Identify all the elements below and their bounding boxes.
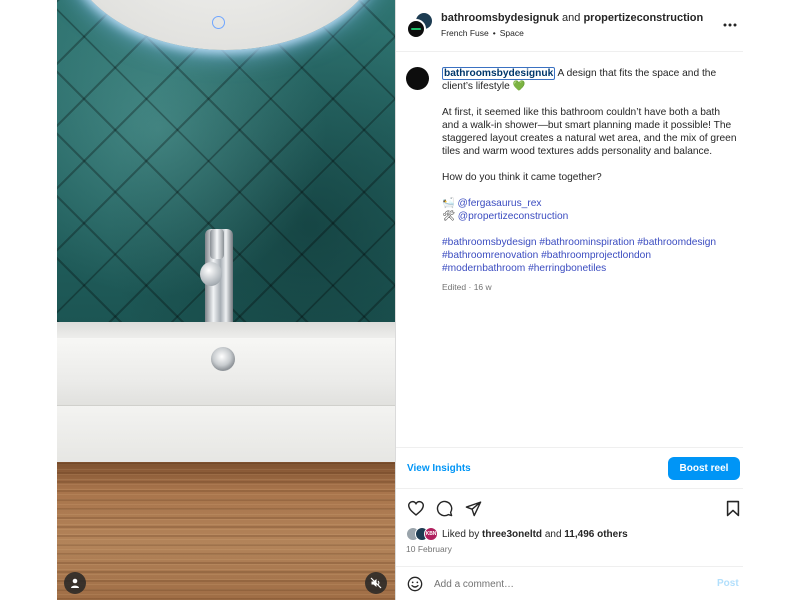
more-options-button[interactable] bbox=[722, 17, 738, 33]
comment-input[interactable] bbox=[434, 575, 694, 593]
credit-line: 🛀 @fergasaurus_rex bbox=[442, 197, 738, 210]
tagged-users-button[interactable] bbox=[64, 572, 86, 594]
liker-username[interactable]: three3oneltd bbox=[482, 529, 542, 540]
edited-separator: · bbox=[468, 282, 472, 292]
faucet-spout bbox=[210, 229, 224, 259]
likes-prefix: Liked by bbox=[442, 529, 480, 540]
comment-composer: Post bbox=[396, 566, 744, 600]
caption-paragraph: At first, it seemed like this bathroom c… bbox=[442, 107, 737, 157]
edited-label: Edited bbox=[442, 282, 467, 292]
likes-conjunction: and bbox=[544, 529, 562, 540]
bath-emoji-icon: 🛀 bbox=[442, 198, 455, 209]
hashtag-line[interactable]: #bathroomrenovation #bathroomprojectlond… bbox=[442, 249, 738, 262]
share-button[interactable] bbox=[463, 498, 483, 518]
subline-separator: • bbox=[492, 28, 496, 38]
collaborator-username[interactable]: propertizeconstruction bbox=[583, 12, 703, 24]
caption-question: How do you think it came together? bbox=[442, 172, 602, 183]
faucet-handle bbox=[200, 262, 222, 286]
likes-summary[interactable]: KBN Liked by three3oneltd and 11,496 oth… bbox=[406, 526, 736, 542]
post-authors: bathroomsbydesignuk and propertizeconstr… bbox=[441, 12, 703, 24]
hashtag-line[interactable]: #modernbathroom #herringbonetiles bbox=[442, 262, 738, 275]
author-username[interactable]: bathroomsbydesignuk bbox=[441, 12, 559, 24]
caption: bathroomsbydesignuk A design that fits t… bbox=[396, 52, 744, 447]
emoji-button[interactable] bbox=[406, 575, 424, 593]
post-subline: French Fuse • Space bbox=[441, 28, 524, 38]
post-header: bathroomsbydesignuk and propertizeconstr… bbox=[396, 0, 744, 52]
hashtag-line[interactable]: #bathroomsbydesign #bathroominspiration … bbox=[442, 236, 738, 249]
mention-link[interactable]: @propertizeconstruction bbox=[458, 211, 569, 222]
edited-age: 16 w bbox=[473, 282, 492, 292]
caption-avatar[interactable] bbox=[406, 67, 429, 90]
edited-meta: Edited · 16 w bbox=[442, 281, 738, 294]
insights-bar: View Insights Boost reel bbox=[396, 447, 744, 489]
post-date[interactable]: 10 February bbox=[406, 544, 452, 554]
caption-username[interactable]: bathroomsbydesignuk bbox=[442, 67, 556, 80]
author-conjunction: and bbox=[562, 12, 581, 24]
reel-media[interactable] bbox=[57, 0, 395, 600]
right-gutter bbox=[743, 0, 800, 600]
audio-link[interactable]: French Fuse bbox=[441, 28, 489, 38]
heart-icon bbox=[407, 500, 425, 516]
avatar-bathroomsbydesignuk[interactable] bbox=[406, 19, 426, 39]
mention-link[interactable]: @fergasaurus_rex bbox=[458, 198, 542, 209]
speech-bubble-icon bbox=[436, 500, 452, 516]
comment-button[interactable] bbox=[434, 498, 454, 518]
left-gutter bbox=[0, 0, 57, 600]
mute-button[interactable] bbox=[365, 572, 387, 594]
more-horizontal-icon bbox=[723, 23, 737, 27]
basin-drain bbox=[211, 347, 235, 371]
post-comment-button[interactable]: Post bbox=[717, 578, 739, 589]
save-button[interactable] bbox=[723, 498, 743, 518]
view-insights-link[interactable]: View Insights bbox=[407, 463, 471, 474]
basin-front bbox=[57, 405, 395, 463]
wood-vanity bbox=[57, 462, 395, 600]
user-tag-icon bbox=[71, 578, 79, 588]
boost-reel-button[interactable]: Boost reel bbox=[668, 457, 740, 480]
liker-avatar: KBN bbox=[424, 527, 438, 541]
tools-emoji-icon: 🛠 bbox=[442, 211, 455, 222]
location-link[interactable]: Space bbox=[500, 28, 524, 38]
collab-avatars[interactable] bbox=[406, 11, 434, 41]
mirror-touch-icon bbox=[212, 16, 225, 29]
likes-text: Liked by three3oneltd and 11,496 others bbox=[442, 529, 628, 540]
post-detail-panel: bathroomsbydesignuk and propertizeconstr… bbox=[395, 0, 744, 600]
paper-plane-icon bbox=[465, 500, 481, 516]
caption-text: bathroomsbydesignuk A design that fits t… bbox=[442, 67, 738, 294]
speaker-muted-icon bbox=[370, 577, 382, 589]
action-row bbox=[396, 495, 744, 521]
like-button[interactable] bbox=[406, 498, 426, 518]
smiley-icon bbox=[407, 576, 423, 592]
credit-line: 🛠 @propertizeconstruction bbox=[442, 210, 738, 223]
bookmark-icon bbox=[726, 500, 740, 516]
likes-count[interactable]: 11,496 others bbox=[564, 529, 627, 540]
